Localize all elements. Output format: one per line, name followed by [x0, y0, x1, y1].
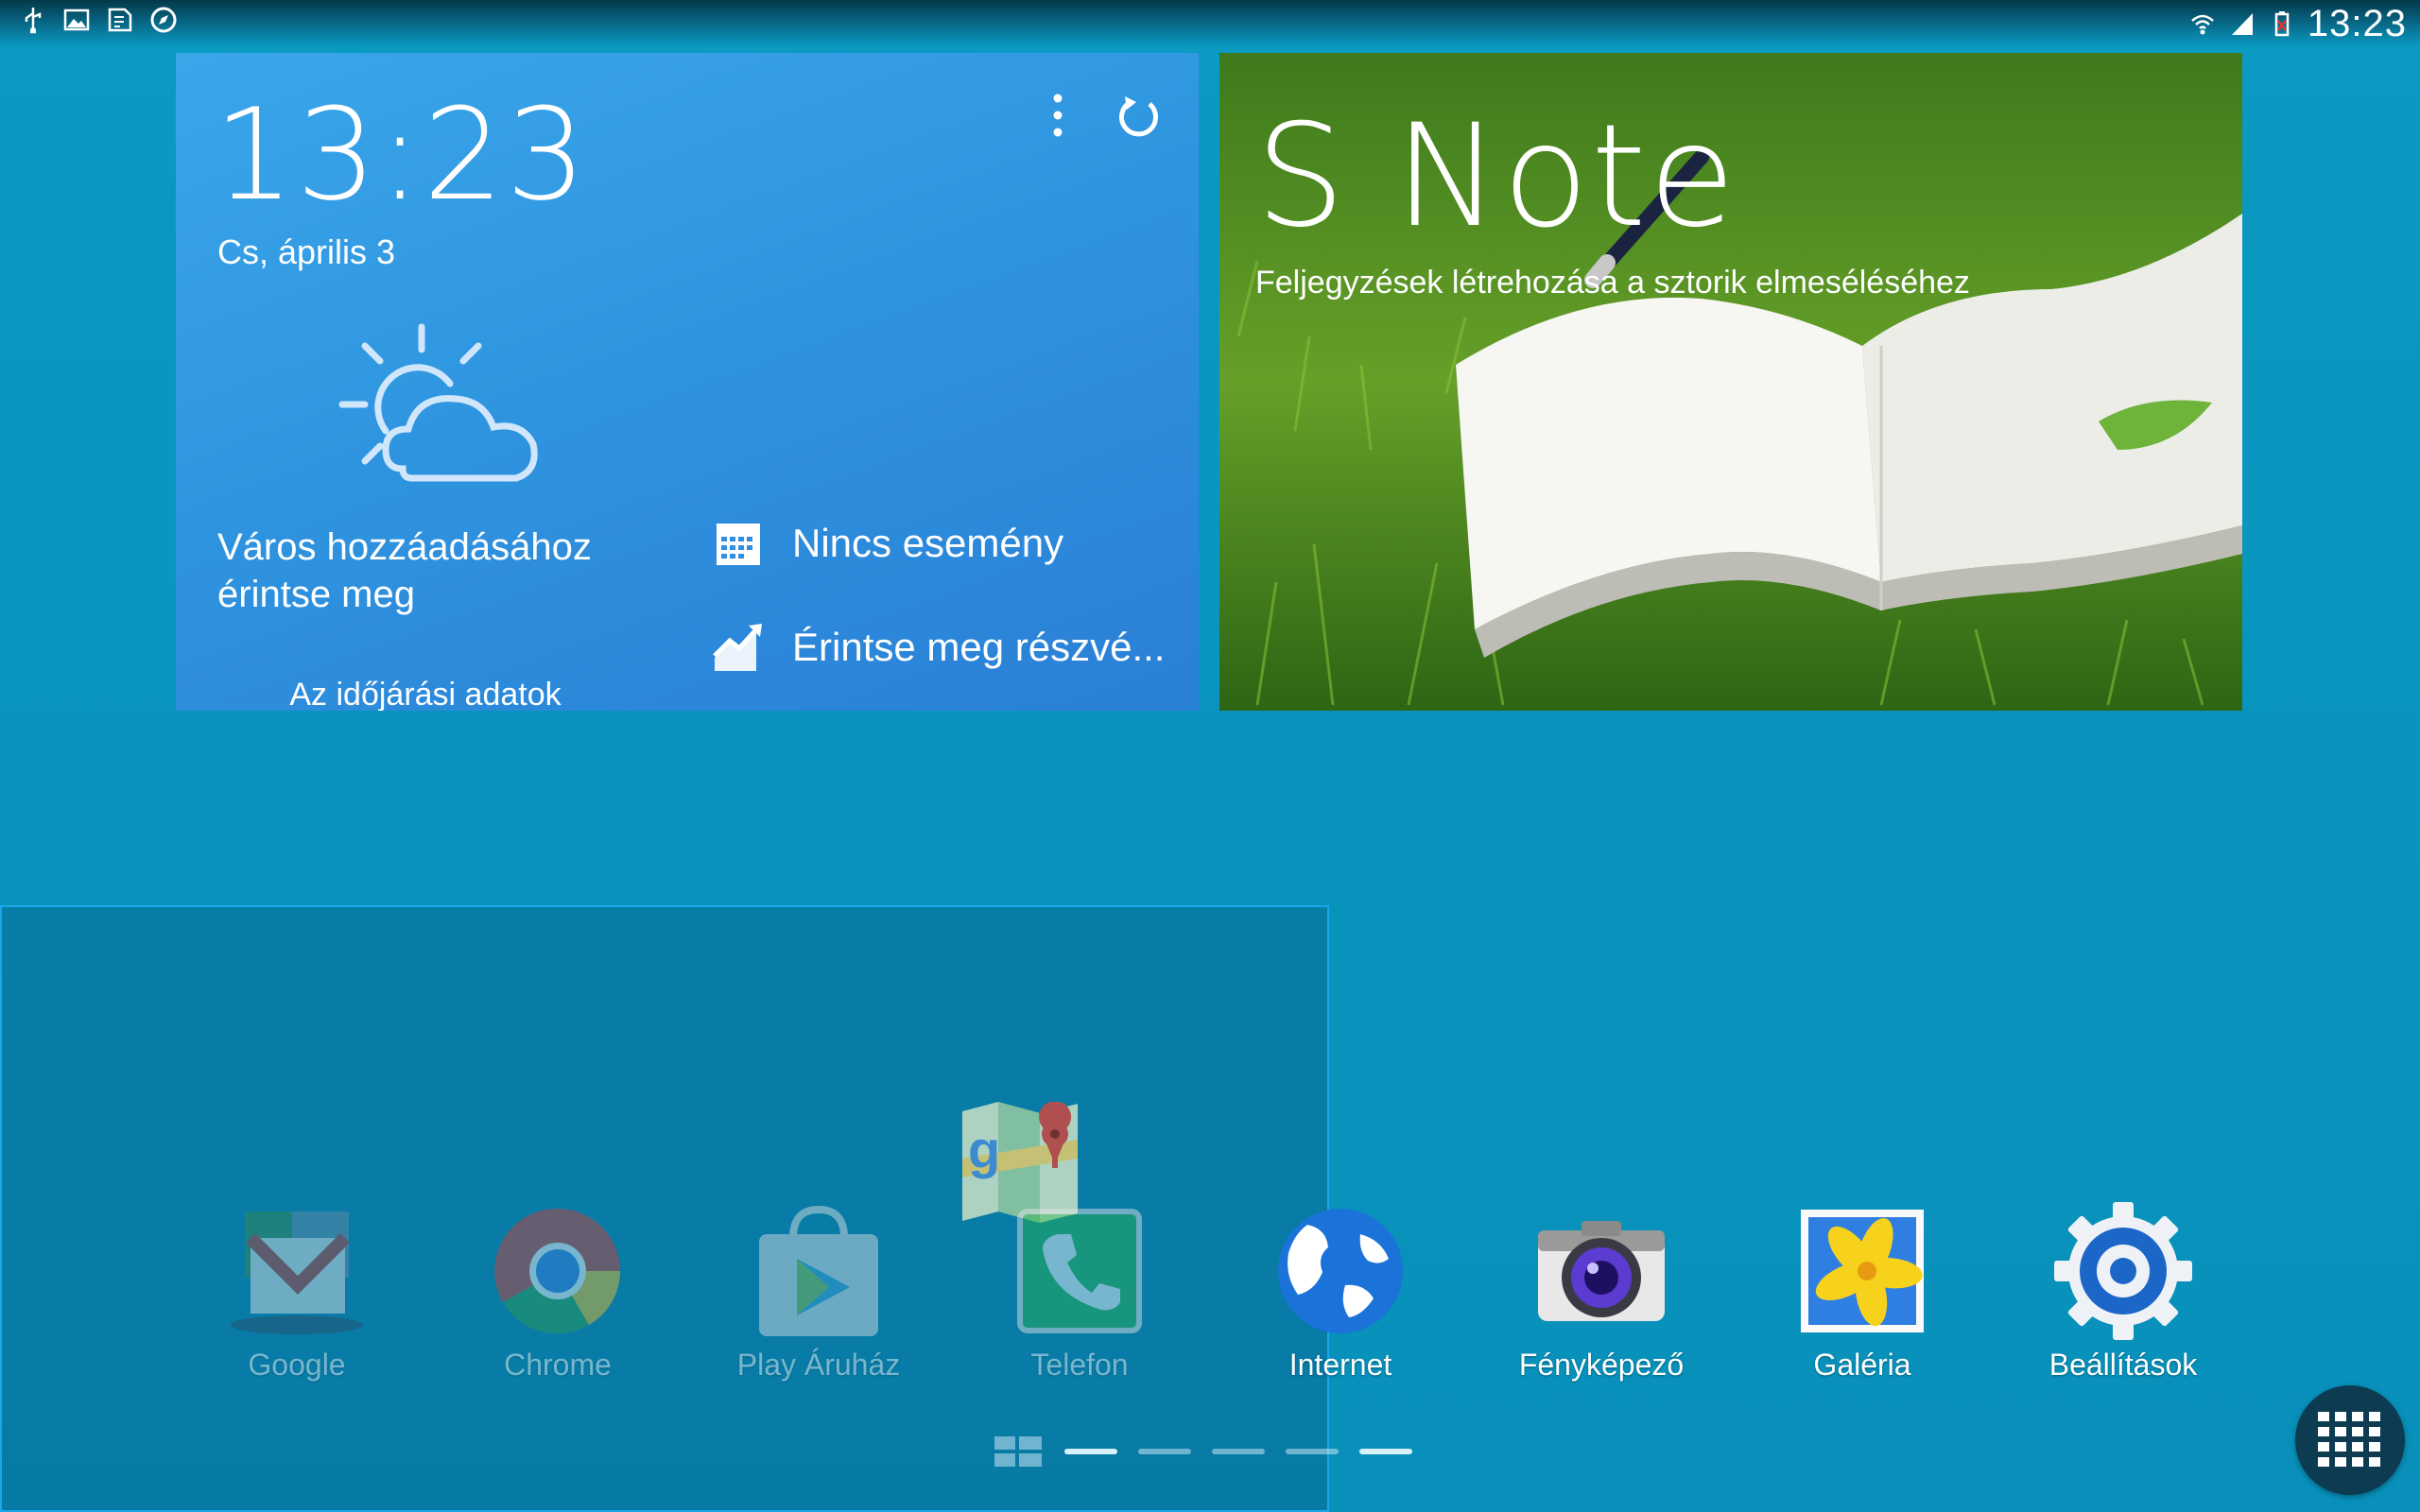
app-gallery[interactable]: Galéria [1749, 1200, 1976, 1383]
google-folder-icon [231, 1211, 363, 1334]
events-row[interactable]: Nincs esemény [711, 516, 1063, 571]
page-dot-5[interactable] [1359, 1449, 1412, 1454]
gallery-icon [1801, 1210, 1924, 1332]
refresh-icon[interactable] [1112, 91, 1165, 144]
partly-cloudy-icon [338, 323, 538, 482]
more-options-icon[interactable] [1044, 89, 1072, 146]
app-settings[interactable]: Beállítások [2010, 1200, 2237, 1383]
page-dot-4[interactable] [1286, 1449, 1339, 1454]
signal-icon [2231, 13, 2253, 35]
app-label: Play Áruház [736, 1348, 901, 1382]
weather-unavailable-note: Az időjárási adatok pillanatnyilag nem e… [289, 677, 562, 711]
internet-globe-icon [1278, 1209, 1403, 1333]
clock-weather-widget[interactable]: 13:23 Cs, április 3 Város hozzáadásához … [176, 53, 1199, 711]
app-internet[interactable]: Internet [1227, 1200, 1454, 1383]
image-icon [63, 9, 90, 31]
wifi-icon [2191, 14, 2214, 35]
app-phone[interactable]: Telefon [966, 1200, 1193, 1383]
clock-time: 13:23 [214, 81, 589, 229]
compass-icon [150, 7, 177, 33]
play-store-icon [759, 1205, 878, 1336]
svg-text:g: g [968, 1120, 1000, 1179]
app-label: Fényképező [1518, 1348, 1685, 1382]
snote-title: S Note [1255, 94, 1737, 259]
app-chrome[interactable]: Chrome [444, 1200, 671, 1383]
apps-drawer-button[interactable] [2295, 1385, 2405, 1495]
snote-widget[interactable]: S Note Feljegyzések létrehozása a sztori… [1219, 53, 2242, 711]
clock-date: Cs, április 3 [217, 232, 396, 271]
status-bar: 13:23 [0, 0, 2420, 47]
app-label: Galéria [1813, 1348, 1911, 1382]
camera-icon [1538, 1221, 1665, 1321]
page-indicator[interactable] [993, 1435, 1412, 1469]
app-play-store[interactable]: Play Áruház [705, 1200, 932, 1383]
apps-grid-icon [2318, 1412, 2380, 1467]
battery-icon [2274, 11, 2290, 37]
stock-chart-icon [713, 624, 762, 671]
app-label: Google [248, 1348, 346, 1382]
usb-icon [25, 8, 42, 34]
app-label: Internet [1288, 1348, 1392, 1382]
stocks-row[interactable]: Érintse meg részvé... [711, 620, 1165, 675]
app-label: Telefon [1030, 1348, 1129, 1382]
app-label: Chrome [504, 1348, 612, 1382]
app-label: Beállítások [2048, 1348, 2198, 1382]
phone-icon [1017, 1209, 1142, 1333]
weather-city-prompt[interactable]: Város hozzáadásához érintse meg [217, 524, 633, 618]
chrome-icon [494, 1208, 620, 1334]
events-label: Nincs esemény [792, 521, 1064, 565]
snote-subtitle: Feljegyzések létrehozása a sztorik elmes… [1255, 265, 1970, 301]
page-dot-3[interactable] [1212, 1449, 1265, 1454]
sim-icon [108, 8, 132, 32]
status-time: 13:23 [2307, 2, 2407, 44]
app-google[interactable]: Google [183, 1200, 410, 1383]
widget-page-icon[interactable] [993, 1435, 1044, 1469]
page-dot-2[interactable] [1138, 1449, 1191, 1454]
settings-gear-icon [2054, 1202, 2192, 1340]
calendar-icon [717, 524, 760, 565]
page-dot-1[interactable] [1064, 1449, 1117, 1454]
stocks-label: Érintse meg részvé... [792, 625, 1166, 669]
app-camera[interactable]: Fényképező [1488, 1200, 1715, 1383]
